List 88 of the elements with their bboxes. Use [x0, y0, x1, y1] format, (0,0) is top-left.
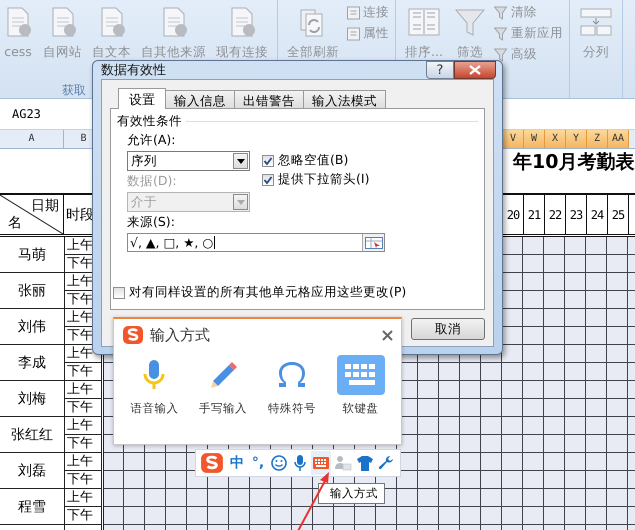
keyboard-icon	[344, 363, 378, 387]
period-cell-text: 下午	[66, 399, 94, 416]
name-box[interactable]: AG23	[0, 107, 41, 121]
checkbox[interactable]	[113, 286, 125, 298]
wrench-icon	[378, 455, 394, 471]
allow-dropdown[interactable]: 序列	[127, 151, 250, 171]
name-cell: 李成	[0, 345, 65, 380]
person-icon	[334, 455, 352, 471]
keyboard-icon	[313, 457, 329, 469]
toolbar-button[interactable]	[198, 451, 226, 475]
close-icon[interactable]	[382, 330, 393, 340]
group-label: 有效性条件	[117, 113, 182, 130]
shirt-icon	[357, 456, 373, 470]
period-cell-text: 下午	[66, 291, 94, 308]
filter-small-icon	[494, 26, 508, 40]
caret-icon	[236, 200, 244, 204]
period-cell: 上午	[65, 381, 101, 399]
toolbar-text-button[interactable]: °,	[248, 451, 268, 475]
help-button[interactable]: ?	[426, 61, 454, 79]
field-label: 数据(D):	[127, 172, 178, 190]
name-cell: 张丽	[0, 273, 65, 308]
header-text: 名	[8, 214, 22, 232]
name-cell: 马萌	[0, 237, 65, 272]
name-cell: 刘梅	[0, 381, 65, 416]
column-header[interactable]: A	[0, 130, 64, 148]
period-cell-text: 下午	[66, 471, 94, 488]
microphone-icon	[143, 359, 166, 391]
checkbox-label: 提供下拉箭头(I)	[278, 171, 370, 188]
logo-icon	[122, 325, 144, 345]
tab[interactable]: 输入信息	[165, 90, 235, 109]
caret-icon	[236, 158, 244, 164]
toolbar-text-button[interactable]: 中	[227, 451, 247, 475]
period-cell-text: 下午	[66, 255, 94, 272]
popup-title: 输入方式	[150, 326, 210, 344]
close-button[interactable]	[454, 61, 496, 79]
period-cell-text: 下午	[66, 507, 94, 524]
period-cell-text: 下午	[66, 435, 94, 452]
input-method-option[interactable]: 手写输入	[199, 355, 248, 416]
day-header-cell: 24	[587, 195, 608, 234]
input-method-option[interactable]: 语音输入	[130, 355, 178, 416]
period-cell-text: 下午	[66, 363, 94, 380]
name-cell: 刘磊	[0, 453, 65, 488]
checkbox[interactable]	[262, 174, 274, 186]
range-select-icon	[364, 236, 382, 248]
source-field[interactable]: √, ▲, □, ★, ○	[127, 233, 385, 252]
field-label: 允许(A):	[127, 131, 177, 149]
microphone-icon	[294, 455, 306, 471]
day-header-cell: 22	[545, 195, 566, 234]
dialog-title: 数据有效性	[101, 62, 166, 79]
split-columns-icon	[578, 6, 613, 38]
field-label: 来源(S):	[126, 213, 176, 231]
column-header[interactable]: X	[545, 130, 566, 148]
tab[interactable]: 出错警告	[234, 90, 304, 109]
day-header-cell: 25	[608, 195, 629, 234]
column-header[interactable]: AA	[608, 130, 629, 148]
sort-icon	[406, 6, 441, 38]
input-method-option[interactable]: 特殊符号	[268, 355, 316, 416]
toolbar-button[interactable]	[311, 451, 331, 475]
column-header[interactable]: Y	[566, 130, 587, 148]
tooltip: 输入方式	[318, 483, 385, 504]
tab[interactable]: 输入法模式	[303, 90, 386, 109]
period-cell: 上午	[65, 417, 101, 435]
period-cell: 上午	[65, 453, 101, 471]
name-cell: 刘伟	[0, 309, 65, 344]
close-icon	[469, 65, 481, 75]
range-select-button[interactable]	[362, 234, 384, 251]
period-cell: 上午	[65, 489, 101, 507]
checkbox-label: 对有同样设置的所有其他单元格应用这些更改(P)	[129, 284, 406, 301]
sheet-title: 年10月考勤表	[513, 150, 634, 175]
column-header[interactable]: Z	[587, 130, 608, 148]
period-cell-text: 下午	[66, 327, 94, 344]
group-label: 获取	[61, 82, 87, 98]
name-cell: 程雪	[0, 489, 65, 524]
tab[interactable]: 设置	[118, 88, 166, 109]
day-header-cell: 21	[524, 195, 545, 234]
column-header[interactable]: V	[503, 130, 524, 148]
logo-icon	[200, 452, 224, 474]
day-header-cell: 23	[566, 195, 587, 234]
checkbox[interactable]	[262, 154, 274, 166]
filter-small-icon	[494, 6, 508, 20]
name-cell: 张红红	[0, 417, 65, 452]
pointer-arrow	[296, 471, 332, 530]
column-header[interactable]: W	[524, 130, 545, 148]
filter-small-icon	[494, 48, 508, 62]
smiley-icon	[271, 455, 287, 471]
checkbox-label: 忽略空值(B)	[278, 152, 348, 169]
header-text: 日期	[31, 197, 59, 215]
cancel-button[interactable]: 取消	[411, 318, 485, 340]
